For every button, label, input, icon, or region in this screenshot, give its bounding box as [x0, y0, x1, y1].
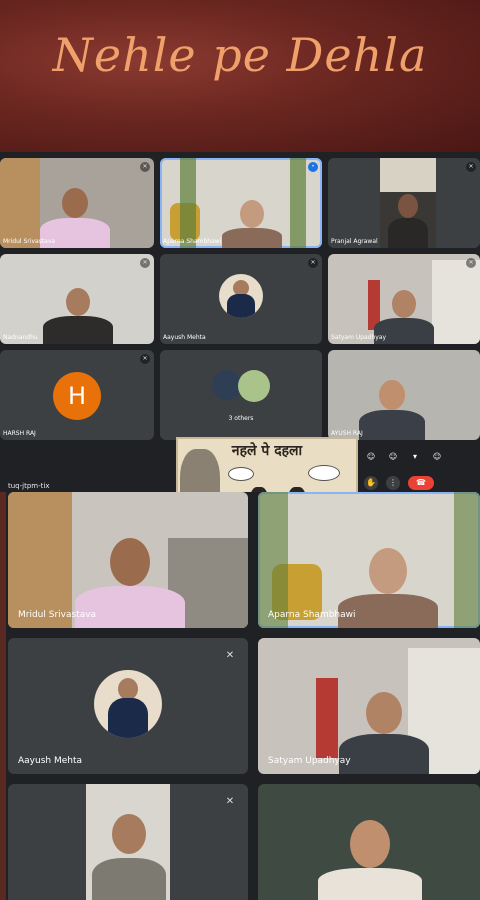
mic-off-icon: ✕	[140, 162, 150, 172]
participant-tile[interactable]: Mridul Srivastava	[8, 492, 248, 628]
avatar	[94, 670, 162, 738]
emoji-icon[interactable]: ☺	[386, 450, 400, 464]
participant-name: Satyam Upadhyay	[331, 334, 387, 341]
participant-tile[interactable]: Pranjal Agrawal ✕	[328, 158, 480, 248]
banner-title: Nehle pe Dehla	[52, 28, 428, 82]
speech-bubble-icon	[228, 467, 254, 481]
participant-name: Aayush Mehta	[163, 334, 206, 341]
participant-name: Aayush Mehta	[18, 756, 83, 766]
participant-video	[43, 288, 113, 344]
participant-name: Satyam Upadhyay	[268, 756, 351, 766]
participant-tile[interactable]: Aayush Mehta ✕	[8, 638, 248, 774]
participant-tile[interactable]: 3 others	[160, 350, 322, 440]
participant-name: Mridul Srivastava	[3, 238, 56, 245]
participant-tile[interactable]: Aparna Shambhawi •	[160, 158, 322, 248]
emoji-icon[interactable]: ☺	[430, 450, 444, 464]
call-end-icon[interactable]: ☎	[408, 476, 434, 490]
speech-bubble-icon	[308, 465, 340, 481]
plant	[290, 158, 306, 248]
participant-name: Aparna Shambhawi	[163, 238, 222, 245]
wall-panel	[8, 492, 72, 628]
participant-video	[359, 380, 425, 440]
mic-off-icon: ✕	[140, 258, 150, 268]
mic-off-icon: ✕	[308, 258, 318, 268]
participant-tile[interactable]	[258, 784, 480, 900]
participant-name: Aparna Shambhawi	[268, 610, 356, 620]
shelf	[432, 260, 480, 344]
participant-tile[interactable]: Mridul Srivastava ✕	[0, 158, 154, 248]
participant-name: HARSH RAJ	[3, 430, 36, 437]
meeting-code: tuq-jtpm-tix	[8, 482, 50, 490]
participant-video	[222, 200, 282, 248]
others-count: 3 others	[228, 415, 254, 422]
plant	[180, 158, 196, 248]
mic-off-icon: ✕	[466, 258, 476, 268]
participant-video	[380, 158, 436, 248]
mic-off-icon: ✕	[466, 162, 476, 172]
participant-name: Nadnandhu	[3, 334, 38, 341]
participant-tile[interactable]: Satyam Upadhyay	[258, 638, 480, 774]
event-banner: Nehle pe Dehla	[0, 0, 480, 152]
plant	[258, 492, 288, 628]
participant-tile[interactable]: Satyam Upadhyay ✕	[328, 254, 480, 344]
avatar	[219, 274, 263, 318]
emoji-icon[interactable]: ☺	[364, 450, 378, 464]
more-vert-icon[interactable]: ⋮	[386, 476, 400, 490]
mic-off-icon: ✕	[225, 650, 235, 661]
wall-panel	[0, 158, 40, 248]
mic-off-icon: ✕	[225, 796, 235, 807]
participant-tile[interactable]: Aayush Mehta ✕	[160, 254, 322, 344]
participant-tile[interactable]: Nadnandhu ✕	[0, 254, 154, 344]
participant-name: AYUSH RAJ	[331, 430, 363, 437]
background-strip	[0, 492, 6, 900]
thumbs-down-icon[interactable]: ▾	[408, 450, 422, 464]
jacket	[316, 678, 338, 758]
participant-name: Mridul Srivastava	[18, 610, 97, 620]
participant-video	[339, 692, 429, 774]
participant-tile[interactable]: AYUSH RAJ	[328, 350, 480, 440]
raise-hand-icon[interactable]: ✋	[364, 476, 378, 490]
mic-off-icon: ✕	[140, 354, 150, 364]
participant-tile[interactable]: H HARSH RAJ ✕	[0, 350, 154, 440]
participant-tile[interactable]: Aparna Shambhawi	[258, 492, 480, 628]
participant-tile[interactable]: ✕	[8, 784, 248, 900]
speaking-icon: •	[308, 162, 318, 172]
participant-video	[318, 820, 422, 900]
plant	[454, 492, 480, 628]
participant-video	[86, 784, 170, 900]
avatar: H	[53, 372, 101, 420]
avatar	[238, 370, 270, 402]
participant-name: Pranjal Agrawal	[331, 238, 378, 245]
